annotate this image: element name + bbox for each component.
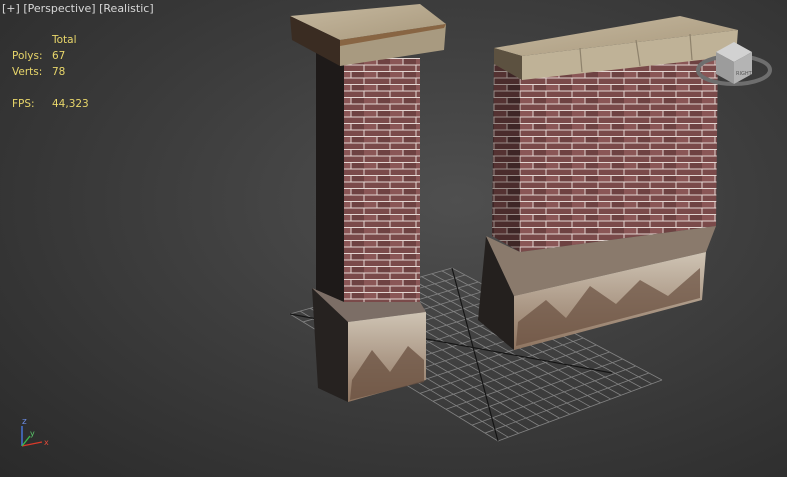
stats-header: Total	[52, 34, 77, 46]
grid-line	[471, 365, 636, 426]
polys-value: 67	[52, 50, 66, 62]
verts-label: Verts:	[12, 66, 43, 78]
perspective-viewport[interactable]: RIGHT z y x [+] [Perspective] [Realistic…	[0, 0, 787, 477]
axis-tripod-icon: z y x	[21, 417, 49, 447]
axis-x-label: x	[44, 438, 49, 447]
polys-label: Polys:	[12, 50, 43, 62]
fps-label: FPS:	[12, 98, 35, 110]
axis-y-label: y	[30, 429, 35, 438]
grid-line	[497, 379, 663, 442]
grid-line	[445, 351, 610, 410]
viewport-label-menu: [+] [Perspective] [Realistic]	[2, 2, 154, 15]
grid-line	[432, 344, 597, 402]
fps-value: 44,323	[52, 98, 89, 110]
viewport-pov-menu[interactable]: [Perspective]	[23, 2, 95, 15]
brick-pillar[interactable]	[290, 4, 446, 402]
viewport-plus-menu[interactable]: [+]	[2, 2, 20, 15]
grid-line	[484, 372, 650, 434]
grid-line	[419, 337, 584, 394]
verts-value: 78	[52, 66, 66, 78]
viewcube-label: RIGHT	[736, 71, 753, 77]
axis-z-label: z	[22, 417, 27, 427]
scene-canvas[interactable]: RIGHT z y x	[0, 0, 787, 477]
viewport-shading-menu[interactable]: [Realistic]	[99, 2, 154, 15]
